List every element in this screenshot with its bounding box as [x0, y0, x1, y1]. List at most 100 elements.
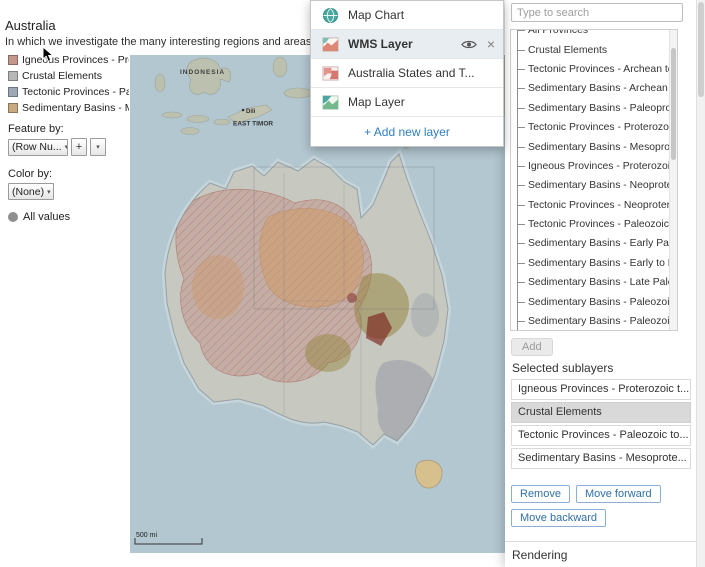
tree-branch-icon — [518, 321, 525, 322]
tree-item[interactable]: Igneous Provinces - Proterozoi... — [518, 157, 669, 176]
feature-by-value: (Row Nu... — [12, 141, 62, 153]
search-input[interactable] — [511, 3, 683, 22]
layer-label: Map Chart — [348, 8, 495, 22]
sublayer-actions-row: Remove Move forward — [511, 485, 661, 503]
tree-branch-icon — [518, 263, 525, 264]
tree-branch-icon — [518, 224, 525, 225]
layer-item-wms-layer[interactable]: WMS Layer × — [311, 30, 503, 59]
label-east-timor: EAST TIMOR — [233, 121, 273, 128]
layer-label: Australia States and T... — [348, 66, 495, 80]
tree-scrollbar[interactable] — [669, 30, 677, 330]
tree-branch-icon — [518, 147, 525, 148]
add-sublayer-button[interactable]: Add — [511, 338, 553, 356]
legend-item-tectonic[interactable]: Tectonic Provinces - Paleoz — [8, 84, 129, 100]
app-root: Australia In which we investigate the ma… — [0, 0, 705, 567]
legend: Igneous Provinces - Proteroz Crustal Ele… — [8, 52, 129, 116]
layers-popup: Map Chart WMS Layer × Australia States a… — [310, 0, 504, 147]
move-forward-button[interactable]: Move forward — [576, 485, 661, 503]
tree-branch-icon — [518, 127, 525, 128]
chart-title: Australia — [5, 18, 56, 33]
remove-button[interactable]: Remove — [511, 485, 570, 503]
legend-swatch-icon — [8, 71, 18, 81]
sublayers-tree-viewport: All Provinces Crustal Elements Tectonic … — [511, 30, 669, 330]
tree-branch-icon — [518, 50, 525, 51]
chevron-down-icon: ▾ — [65, 143, 68, 151]
tree-item[interactable]: Sedimentary Basins - Paleozoic... — [518, 292, 669, 311]
legend-item-sedimentary[interactable]: Sedimentary Basins - Meso — [8, 100, 129, 116]
tree-item[interactable]: Sedimentary Basins - Mesoprot... — [518, 137, 669, 156]
selected-sublayer-item[interactable]: Crustal Elements — [511, 402, 691, 423]
tree-branch-icon — [518, 88, 525, 89]
tree-item[interactable]: Tectonic Provinces - Paleozoic t... — [518, 215, 669, 234]
tree-item[interactable]: Tectonic Provinces - Proterozoic — [518, 118, 669, 137]
tree-branch-icon — [518, 166, 525, 167]
tree-item[interactable]: Sedimentary Basins - Archean t... — [518, 79, 669, 98]
sublayer-actions-row2: Move backward — [511, 508, 606, 527]
layer-label: Map Layer — [348, 95, 495, 109]
panel-scrollbar[interactable] — [696, 0, 705, 567]
add-feature-button[interactable]: + — [71, 138, 87, 156]
tree-item[interactable]: Sedimentary Basins - Early Pal... — [518, 234, 669, 253]
tree-branch-icon — [518, 282, 525, 283]
selected-sublayer-item[interactable]: Igneous Provinces - Proterozoic t... — [511, 379, 691, 400]
wms-layer-icon — [322, 36, 339, 53]
layer-item-map-chart[interactable]: Map Chart — [311, 1, 503, 30]
tree-branch-icon — [518, 30, 525, 31]
legend-item-igneous[interactable]: Igneous Provinces - Proteroz — [8, 52, 129, 68]
selected-sublayer-item[interactable]: Sedimentary Basins - Mesoprote... — [511, 448, 691, 469]
legend-label: Igneous Provinces - Proteroz — [22, 54, 129, 66]
tree-branch-icon — [518, 205, 525, 206]
color-by-dropdown[interactable]: (None) ▾ — [8, 183, 54, 200]
color-by-value: (None) — [12, 186, 44, 198]
tree-item[interactable]: Tectonic Provinces - Neoproter... — [518, 196, 669, 215]
chevron-down-icon: ▾ — [47, 188, 51, 196]
tree-item[interactable]: Sedimentary Basins - Paleoprot... — [518, 99, 669, 118]
legend-swatch-icon — [8, 87, 18, 97]
feature-by-dropdown[interactable]: (Row Nu... ▾ — [8, 139, 68, 156]
color-legend-all-values[interactable]: All values — [8, 211, 129, 223]
feature-by-row: (Row Nu... ▾ + ▾ — [8, 138, 129, 156]
selected-sublayers-list: Igneous Provinces - Proterozoic t... Cru… — [511, 379, 691, 471]
map-chart-icon — [322, 7, 339, 24]
feature-settings-button[interactable]: ▾ — [90, 138, 106, 156]
tree-item[interactable]: Sedimentary Basins - Early to L... — [518, 254, 669, 273]
chevron-down-icon: ▾ — [96, 143, 100, 151]
scale-label: 500 mi — [136, 532, 157, 539]
color-by-row: (None) ▾ — [8, 183, 129, 200]
color-by-label: Color by: — [8, 168, 129, 180]
tree-item[interactable]: Crustal Elements — [518, 40, 669, 59]
selected-sublayers-header: Selected sublayers — [512, 361, 613, 375]
legend-label: Sedimentary Basins - Meso — [22, 102, 129, 114]
tree-item[interactable]: Sedimentary Basins - Paleozoic... — [518, 312, 669, 330]
tasmania — [416, 460, 443, 488]
tree-scrollbar-thumb[interactable] — [671, 48, 676, 160]
layer-label: WMS Layer — [348, 37, 461, 51]
layer-item-map-layer[interactable]: Map Layer — [311, 88, 503, 117]
tree-branch-icon — [518, 108, 525, 109]
map-layer-icon — [322, 94, 339, 111]
tree-item[interactable]: Sedimentary Basins - Neoprote... — [518, 176, 669, 195]
chart-description: In which we investigate the many interes… — [5, 36, 343, 48]
tree-item[interactable]: Sedimentary Basins - Late Pale... — [518, 273, 669, 292]
label-indonesia: INDONESIA — [180, 69, 225, 76]
states-layer-icon — [322, 65, 339, 82]
tree-item[interactable]: Tectonic Provinces - Archean to... — [518, 60, 669, 79]
section-divider — [505, 541, 696, 542]
wms-settings-panel: All Provinces Crustal Elements Tectonic … — [505, 0, 705, 567]
tree-branch-icon — [518, 185, 525, 186]
legend-swatch-icon — [8, 103, 18, 113]
rendering-section-header[interactable]: Rendering — [512, 548, 567, 562]
layer-item-australia-states[interactable]: Australia States and T... — [311, 59, 503, 88]
close-icon[interactable]: × — [487, 37, 495, 51]
tree-item[interactable]: All Provinces — [518, 30, 669, 40]
panel-scrollbar-thumb[interactable] — [698, 2, 704, 97]
add-new-layer-link[interactable]: + Add new layer — [311, 117, 503, 146]
dili-marker-icon — [242, 109, 245, 112]
selected-sublayer-item[interactable]: Tectonic Provinces - Paleozoic to... — [511, 425, 691, 446]
visibility-eye-icon[interactable] — [461, 39, 477, 50]
tree-branch-icon — [518, 69, 525, 70]
move-backward-button[interactable]: Move backward — [511, 509, 606, 527]
chart-sidebar: Igneous Provinces - Proteroz Crustal Ele… — [8, 52, 129, 223]
legend-item-crustal[interactable]: Crustal Elements — [8, 68, 129, 84]
legend-label: Tectonic Provinces - Paleoz — [22, 86, 129, 98]
